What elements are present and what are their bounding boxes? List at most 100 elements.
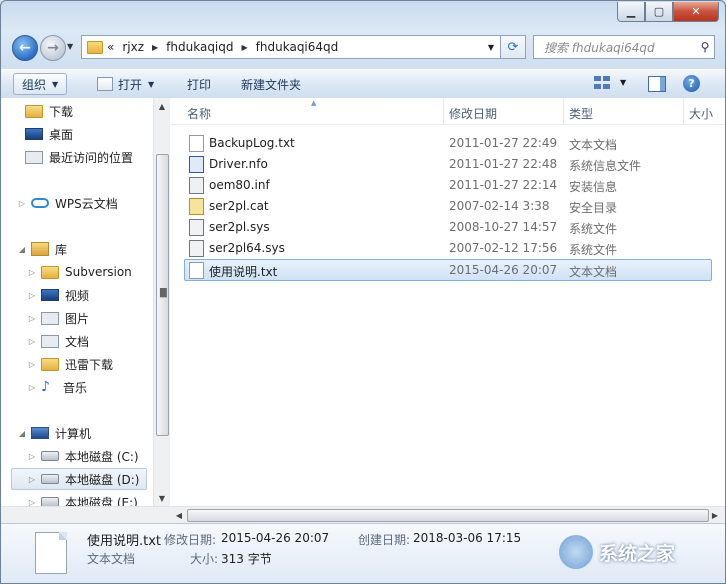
column-divider[interactable] <box>683 98 684 124</box>
scroll-down-icon[interactable]: ▼ <box>154 490 170 506</box>
file-row[interactable]: Driver.nfo 2011-01-27 22:48 系统信息文件 <box>185 154 711 174</box>
expand-arrow-icon[interactable]: ▷ <box>27 360 37 369</box>
system-file-icon <box>189 219 204 236</box>
nav-item-desktop[interactable]: 桌面 <box>25 123 73 145</box>
expand-arrow-icon[interactable]: ▷ <box>27 452 37 461</box>
expand-arrow-icon[interactable]: ▷ <box>17 199 27 208</box>
help-icon[interactable]: ? <box>683 75 700 92</box>
organize-label: 组织 <box>22 77 47 92</box>
nav-item-drive-c[interactable]: ▷ 本地磁盘 (C:) <box>27 445 139 467</box>
downloads-folder-icon <box>25 104 43 118</box>
address-bar[interactable]: « rjxz ▶ fhdukaqiqd ▶ fhdukaqi64qd ▼ <box>81 35 501 59</box>
collapse-arrow-icon[interactable]: ◢ <box>17 429 27 438</box>
address-dropdown-icon[interactable]: ▼ <box>488 43 494 52</box>
change-view-icon[interactable] <box>594 76 612 90</box>
back-button[interactable]: ← <box>12 35 38 61</box>
file-row[interactable]: ser2pl.cat 2007-02-14 3:38 安全目录 <box>185 196 711 216</box>
print-label: 打印 <box>187 77 212 92</box>
breadcrumb-overflow[interactable]: « <box>107 40 114 54</box>
column-header-row: ▲ 名称 修改日期 类型 大小 <box>171 98 725 125</box>
nav-item-computer[interactable]: ◢ 计算机 <box>17 422 91 444</box>
search-box[interactable]: 搜索 fhdukaqi64qd ⚲ <box>533 35 715 59</box>
nav-item-label: 视频 <box>65 288 90 303</box>
nav-item-drive-d[interactable]: ▷ 本地磁盘 (D:) <box>11 468 147 490</box>
explorer-window: ▁ ▢ ✕ ← → ▼ « rjxz ▶ fhdukaqiqd ▶ fhduka… <box>0 0 726 584</box>
column-divider[interactable] <box>563 98 564 124</box>
column-divider[interactable] <box>443 98 444 124</box>
desktop-icon <box>25 128 43 140</box>
file-type: 文本文档 <box>569 265 618 279</box>
maximize-button[interactable]: ▢ <box>645 2 673 22</box>
nav-item-label: 计算机 <box>55 426 92 441</box>
file-date: 2011-01-27 22:14 <box>449 178 558 192</box>
scroll-up-icon[interactable]: ▲ <box>154 98 170 114</box>
navigation-pane-scrollbar[interactable]: ▲ ▬ ▬ ▬ ▼ <box>153 98 170 506</box>
details-modified-value: 2015-04-26 20:07 <box>221 531 330 545</box>
nav-item-downloads[interactable]: 下载 <box>25 100 73 122</box>
thunder-downloads-folder-icon <box>41 357 59 371</box>
nav-item-pictures[interactable]: ▷ 图片 <box>27 307 89 329</box>
file-row-selected[interactable]: 使用说明.txt 2015-04-26 20:07 文本文档 <box>184 259 712 281</box>
computer-icon <box>31 427 49 439</box>
new-folder-button[interactable]: 新建文件夹 <box>241 75 301 93</box>
search-icon[interactable]: ⚲ <box>696 40 714 54</box>
file-row[interactable]: BackupLog.txt 2011-01-27 22:49 文本文档 <box>185 133 711 153</box>
view-options-dropdown-icon[interactable]: ▼ <box>620 78 626 87</box>
minimize-button[interactable]: ▁ <box>617 2 645 22</box>
column-header-date[interactable]: 修改日期 <box>449 105 497 122</box>
breadcrumb-item[interactable]: fhdukaqi64qd <box>256 40 339 54</box>
horizontal-scrollbar[interactable]: ◀ ▶ <box>1 506 725 524</box>
breadcrumb-separator-icon[interactable]: ▶ <box>152 43 158 52</box>
expand-arrow-icon[interactable]: ▷ <box>27 314 37 323</box>
nav-item-label: 迅雷下载 <box>65 357 114 372</box>
content-area: 下载 桌面 最近访问的位置 ▷ WPS云文档 ◢ 库 ▷ Subversion … <box>1 98 725 524</box>
pictures-library-icon <box>41 311 59 325</box>
system-drive-icon <box>41 451 59 461</box>
file-date: 2011-01-27 22:48 <box>449 157 558 171</box>
details-created-label: 创建日期: <box>358 533 411 547</box>
preview-pane-icon[interactable] <box>648 76 666 92</box>
recent-pages-dropdown[interactable]: ▼ <box>67 42 73 51</box>
scrollbar-thumb[interactable]: ▬ ▬ ▬ <box>156 154 169 436</box>
nav-item-recent-places[interactable]: 最近访问的位置 <box>25 146 133 168</box>
file-type: 系统文件 <box>569 222 618 236</box>
forward-button[interactable]: → <box>40 35 66 61</box>
documents-library-icon <box>41 334 59 348</box>
file-type: 系统信息文件 <box>569 159 642 173</box>
scroll-right-icon[interactable]: ▶ <box>707 507 723 523</box>
folder-icon <box>87 40 103 54</box>
close-button[interactable]: ✕ <box>673 2 719 22</box>
scrollbar-grip-icon: ▬ ▬ ▬ <box>159 285 168 301</box>
refresh-button[interactable]: ⟳ <box>500 35 526 59</box>
expand-arrow-icon[interactable]: ▷ <box>27 383 37 392</box>
nav-item-wps-cloud[interactable]: ▷ WPS云文档 <box>17 192 118 214</box>
print-button[interactable]: 打印 <box>187 75 211 93</box>
scrollbar-thumb[interactable] <box>187 509 709 522</box>
breadcrumb-item[interactable]: fhdukaqiqd <box>166 40 233 54</box>
nav-item-documents[interactable]: ▷ 文档 <box>27 330 89 352</box>
column-header-name[interactable]: 名称 <box>187 105 211 122</box>
breadcrumb-separator-icon[interactable]: ▶ <box>242 43 248 52</box>
nav-item-videos[interactable]: ▷ 视频 <box>27 284 89 306</box>
column-header-type[interactable]: 类型 <box>569 105 593 122</box>
nav-item-subversion[interactable]: ▷ Subversion <box>27 261 132 283</box>
expand-arrow-icon[interactable]: ▷ <box>27 475 37 484</box>
column-header-size[interactable]: 大小 <box>689 105 713 122</box>
navigation-bar: ← → ▼ « rjxz ▶ fhdukaqiqd ▶ fhdukaqi64qd… <box>11 34 717 62</box>
scroll-left-icon[interactable]: ◀ <box>171 507 187 523</box>
file-row[interactable]: ser2pl.sys 2008-10-27 14:57 系统文件 <box>185 217 711 237</box>
file-row[interactable]: ser2pl64.sys 2007-02-12 17:56 系统文件 <box>185 238 711 258</box>
collapse-arrow-icon[interactable]: ◢ <box>17 245 27 254</box>
search-input[interactable]: 搜索 fhdukaqi64qd <box>534 39 696 56</box>
expand-arrow-icon[interactable]: ▷ <box>27 268 37 277</box>
expand-arrow-icon[interactable]: ▷ <box>27 291 37 300</box>
nav-item-thunder-downloads[interactable]: ▷ 迅雷下载 <box>27 353 113 375</box>
details-modified-label: 修改日期: <box>164 533 217 547</box>
expand-arrow-icon[interactable]: ▷ <box>27 337 37 346</box>
open-button[interactable]: 打开 ▼ <box>97 75 154 93</box>
file-row[interactable]: oem80.inf 2011-01-27 22:14 安装信息 <box>185 175 711 195</box>
organize-button[interactable]: 组织 ▼ <box>13 73 68 95</box>
nav-item-libraries[interactable]: ◢ 库 <box>17 238 67 260</box>
breadcrumb-item[interactable]: rjxz <box>122 40 144 54</box>
nav-item-music[interactable]: ▷ ♪ 音乐 <box>27 376 87 398</box>
